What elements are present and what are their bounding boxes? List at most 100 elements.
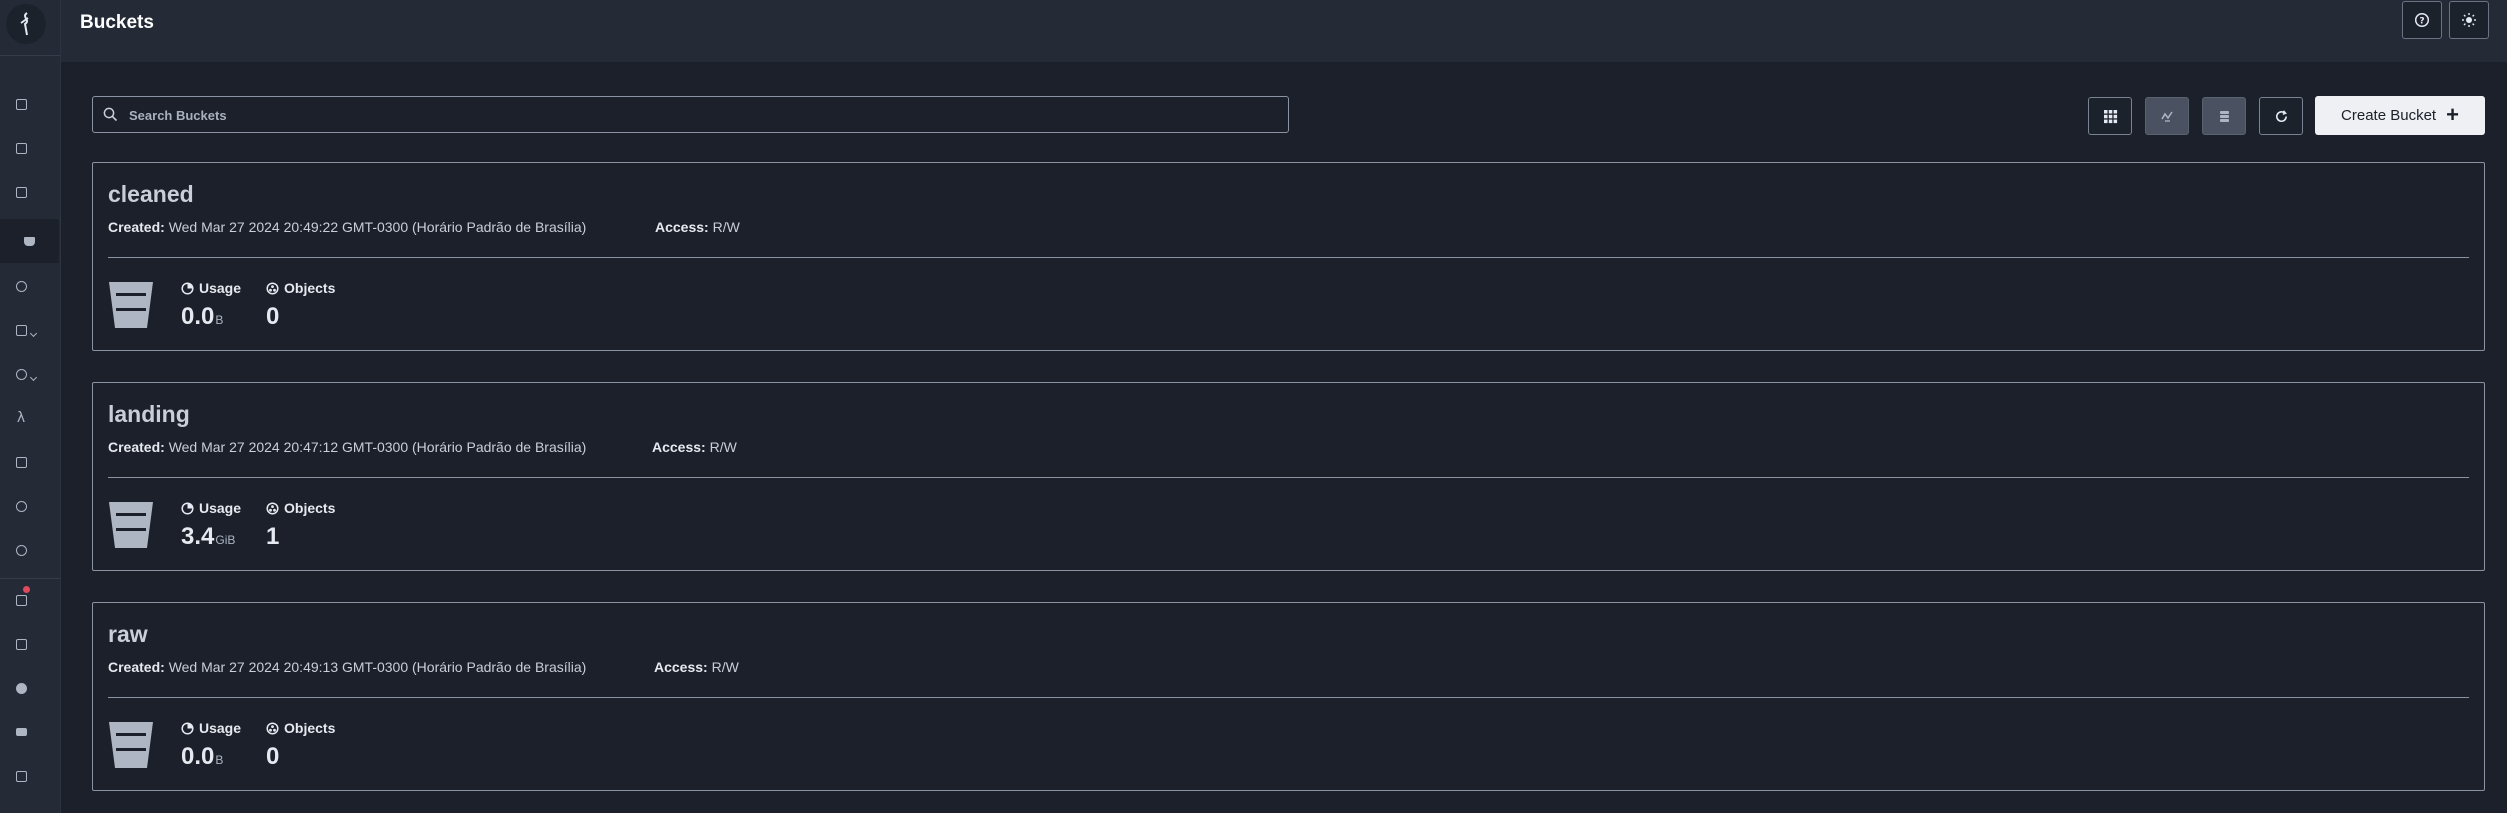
inspect-icon xyxy=(15,682,27,694)
browser-icon xyxy=(15,186,27,198)
access-label: Access: xyxy=(652,439,706,455)
bucket-created: Created: Wed Mar 27 2024 20:49:22 GMT-03… xyxy=(108,219,586,235)
bucket-access: Access: R/W xyxy=(654,659,739,675)
sidebar-item-monitoring[interactable] xyxy=(11,138,31,158)
settings-icon xyxy=(15,544,27,556)
set-lifecycle-button[interactable] xyxy=(2145,97,2189,135)
create-bucket-label: Create Bucket xyxy=(2341,107,2437,124)
sidebar-divider xyxy=(0,578,60,579)
replication-icon xyxy=(15,500,27,512)
usage-icon xyxy=(181,281,194,295)
lifecycle-icon xyxy=(2160,111,2173,122)
created-label: Created: xyxy=(108,439,165,455)
replication-rules-button[interactable] xyxy=(2202,97,2246,135)
sidebar-item-documentation[interactable] xyxy=(11,766,31,786)
bucket-icon xyxy=(109,282,153,328)
support-icon xyxy=(15,638,27,650)
sidebar-item-identity[interactable] xyxy=(11,320,38,340)
minio-logo-icon[interactable] xyxy=(6,4,46,44)
create-bucket-button[interactable]: Create Bucket + xyxy=(2315,96,2485,135)
bucket-access: Access: R/W xyxy=(655,219,740,235)
access-icon xyxy=(15,368,27,380)
bucket-name[interactable]: cleaned xyxy=(108,181,194,208)
identity-icon xyxy=(15,324,27,336)
sidebar-item-site-replication[interactable] xyxy=(11,496,31,516)
created-value: Wed Mar 27 2024 20:47:12 GMT-0300 (Horár… xyxy=(168,439,587,455)
bucket-name[interactable]: landing xyxy=(108,401,190,428)
sidebar-item-inspect[interactable] xyxy=(11,678,31,698)
help-button[interactable]: ? xyxy=(2402,1,2442,39)
usage-value: 3.4GiB xyxy=(181,523,235,551)
lambda-icon: λ xyxy=(16,410,26,426)
bucket-card-raw[interactable]: raw Created: Wed Mar 27 2024 20:49:13 GM… xyxy=(92,602,2485,791)
objects-label: Objects xyxy=(266,280,335,296)
search-box xyxy=(92,96,1289,134)
objects-label-text: Objects xyxy=(284,500,336,516)
objects-icon xyxy=(266,281,279,295)
created-label: Created: xyxy=(108,659,165,675)
refresh-icon xyxy=(2275,109,2287,122)
usage-label-text: Usage xyxy=(199,280,242,296)
created-label: Created: xyxy=(108,219,165,235)
theme-toggle-button[interactable] xyxy=(2449,1,2489,39)
search-input[interactable] xyxy=(127,97,1281,134)
usage-unit: B xyxy=(215,753,224,767)
access-label: Access: xyxy=(655,219,709,235)
replication-rules-icon xyxy=(2219,110,2229,122)
card-divider xyxy=(108,697,2469,698)
sidebar-item-configuration[interactable] xyxy=(11,540,31,560)
objects-label: Objects xyxy=(266,720,335,736)
theme-toggle-icon xyxy=(2462,13,2476,27)
grid-view-button[interactable] xyxy=(2088,97,2132,135)
plus-icon: + xyxy=(2446,101,2459,127)
page-header: Buckets ? xyxy=(61,0,2507,62)
bucket-icon xyxy=(109,722,153,768)
notification-dot xyxy=(23,586,30,593)
objects-label: Objects xyxy=(266,500,335,516)
access-label: Access: xyxy=(654,659,708,675)
sidebar-item-license[interactable] xyxy=(11,586,31,610)
sidebar-item-support[interactable] xyxy=(11,634,31,654)
usage-label: Usage xyxy=(181,720,241,736)
card-divider xyxy=(108,257,2469,258)
license-icon xyxy=(15,594,27,606)
objects-icon xyxy=(266,721,279,735)
usage-value: 0.0B xyxy=(181,743,223,771)
usage-value: 0.0B xyxy=(181,303,223,331)
documentation-icon xyxy=(15,770,27,782)
usage-number: 0.0 xyxy=(181,743,215,770)
objects-value: 0 xyxy=(266,743,280,770)
chevron-down-icon xyxy=(29,329,38,338)
sidebar: λ xyxy=(0,0,61,813)
sidebar-item-policies[interactable] xyxy=(11,276,31,296)
usage-label-text: Usage xyxy=(199,720,242,736)
sidebar-item-storage[interactable] xyxy=(11,722,31,742)
grid-view-icon xyxy=(2103,109,2117,123)
sidebar-divider xyxy=(0,55,60,56)
svg-text:?: ? xyxy=(2419,17,2424,27)
bucket-name[interactable]: raw xyxy=(108,621,148,648)
help-icon: ? xyxy=(2414,12,2430,28)
usage-label: Usage xyxy=(181,500,241,516)
usage-icon xyxy=(181,501,194,515)
sidebar-item-access-keys[interactable] xyxy=(11,182,31,202)
sidebar-item-access[interactable] xyxy=(11,364,38,384)
sidebar-item-tiering[interactable] xyxy=(11,452,31,472)
refresh-button[interactable] xyxy=(2259,97,2303,135)
created-value: Wed Mar 27 2024 20:49:22 GMT-0300 (Horár… xyxy=(168,219,587,235)
access-value: R/W xyxy=(712,219,740,235)
sidebar-item-buckets[interactable] xyxy=(0,219,59,263)
access-value: R/W xyxy=(711,659,739,675)
objects-label-text: Objects xyxy=(284,720,336,736)
bucket-created: Created: Wed Mar 27 2024 20:49:13 GMT-03… xyxy=(108,659,586,675)
chevron-down-icon xyxy=(29,373,38,382)
bucket-icon xyxy=(109,502,153,548)
sidebar-item-object-browser[interactable] xyxy=(11,94,31,114)
search-icon xyxy=(103,107,118,122)
bucket-card-landing[interactable]: landing Created: Wed Mar 27 2024 20:47:1… xyxy=(92,382,2485,571)
objects-value: 1 xyxy=(266,523,280,550)
sidebar-item-events[interactable]: λ xyxy=(11,408,31,428)
bucket-created: Created: Wed Mar 27 2024 20:47:12 GMT-03… xyxy=(108,439,586,455)
bucket-card-cleaned[interactable]: cleaned Created: Wed Mar 27 2024 20:49:2… xyxy=(92,162,2485,351)
policies-icon xyxy=(15,280,27,292)
